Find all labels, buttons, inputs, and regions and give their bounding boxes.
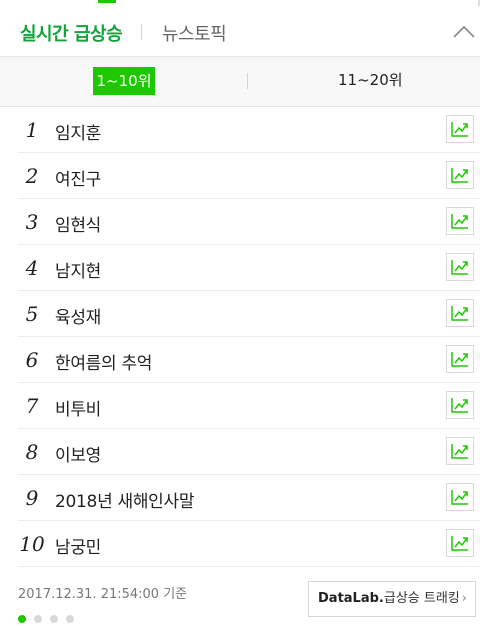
keyword-row[interactable]: 2 여진구 (18, 153, 480, 199)
keyword-link[interactable]: 비투비 (55, 395, 101, 420)
rank-number: 5 (25, 302, 39, 326)
tab-rank-11-20[interactable]: 11~20위 (338, 69, 403, 90)
trend-chart-icon (451, 444, 468, 459)
trend-button[interactable] (446, 391, 474, 419)
keyword-link[interactable]: 육성재 (55, 303, 101, 328)
collapse-button[interactable] (450, 20, 478, 44)
keyword-row[interactable]: 5 육성재 (18, 291, 480, 337)
rank-number: 10 (19, 532, 45, 556)
datalab-label: 급상승 트래킹 (383, 591, 460, 606)
keyword-link[interactable]: 남지현 (55, 257, 101, 282)
tab-realtime-rising[interactable]: 실시간 급상승 (20, 20, 123, 46)
page-dot[interactable] (34, 615, 42, 623)
trend-chart-icon (451, 260, 468, 275)
trend-button[interactable] (446, 253, 474, 281)
trend-button[interactable] (446, 483, 474, 511)
realtime-header: 실시간 급상승 뉴스토픽 (0, 6, 480, 57)
keyword-link[interactable]: 남궁민 (55, 533, 101, 558)
keyword-link[interactable]: 2018년 새해인사말 (55, 487, 195, 512)
rank-number: 8 (25, 440, 39, 464)
trend-button[interactable] (446, 115, 474, 143)
active-indicator (98, 0, 116, 3)
keyword-row[interactable]: 4 남지현 (18, 245, 480, 291)
page-dot-active[interactable] (18, 615, 26, 623)
trend-chart-icon (451, 398, 468, 413)
chevron-up-icon (453, 25, 475, 38)
keyword-list: 1 임지훈 2 여진구 3 임현식 4 남지현 5 육성재 6 한여름의 추억 7 비투비 8… (18, 107, 480, 567)
keyword-row[interactable]: 8 이보영 (18, 429, 480, 475)
trend-chart-icon (451, 122, 468, 137)
rank-number: 4 (25, 256, 39, 280)
trend-button[interactable] (446, 207, 474, 235)
trend-button[interactable] (446, 345, 474, 373)
rank-number: 2 (25, 164, 39, 188)
keyword-row[interactable]: 3 임현식 (18, 199, 480, 245)
tab-divider (141, 24, 142, 40)
keyword-row[interactable]: 6 한여름의 추억 (18, 337, 480, 383)
trend-chart-icon (451, 352, 468, 367)
page-indicator (18, 608, 82, 627)
rank-number: 3 (25, 210, 39, 234)
tab-news-topic[interactable]: 뉴스토픽 (162, 20, 227, 46)
trend-chart-icon (451, 490, 468, 505)
keyword-row[interactable]: 9 2018년 새해인사말 (18, 475, 480, 521)
datalab-tracking-button[interactable]: DataLab.급상승 트래킹 › (308, 581, 476, 617)
trend-button[interactable] (446, 299, 474, 327)
trend-chart-icon (451, 168, 468, 183)
rank-range-tabs: 1~10위 11~20위 (0, 57, 480, 107)
chevron-right-icon: › (461, 591, 467, 606)
keyword-link[interactable]: 이보영 (55, 441, 101, 466)
keyword-link[interactable]: 임현식 (55, 211, 101, 236)
keyword-link[interactable]: 한여름의 추억 (55, 349, 152, 374)
keyword-row[interactable]: 1 임지훈 (18, 107, 480, 153)
keyword-row[interactable]: 10 남궁민 (18, 521, 480, 567)
trend-button[interactable] (446, 529, 474, 557)
trend-button[interactable] (446, 161, 474, 189)
datalab-brand: DataLab. (318, 591, 384, 606)
rank-number: 7 (25, 394, 39, 418)
tab-rank-1-10[interactable]: 1~10위 (93, 67, 155, 95)
trend-chart-icon (451, 536, 468, 551)
page-dot[interactable] (50, 615, 58, 623)
trend-chart-icon (451, 306, 468, 321)
trend-chart-icon (451, 214, 468, 229)
rank-number: 6 (25, 348, 39, 372)
trend-button[interactable] (446, 437, 474, 465)
keyword-link[interactable]: 여진구 (55, 165, 101, 190)
keyword-link[interactable]: 임지훈 (55, 119, 101, 144)
rank-number: 1 (25, 118, 39, 142)
rank-number: 9 (25, 486, 39, 510)
rank-tab-divider (247, 73, 248, 89)
update-timestamp: 2017.12.31. 21:54:00 기준 (18, 587, 188, 602)
page-dot[interactable] (66, 615, 74, 623)
keyword-row[interactable]: 7 비투비 (18, 383, 480, 429)
